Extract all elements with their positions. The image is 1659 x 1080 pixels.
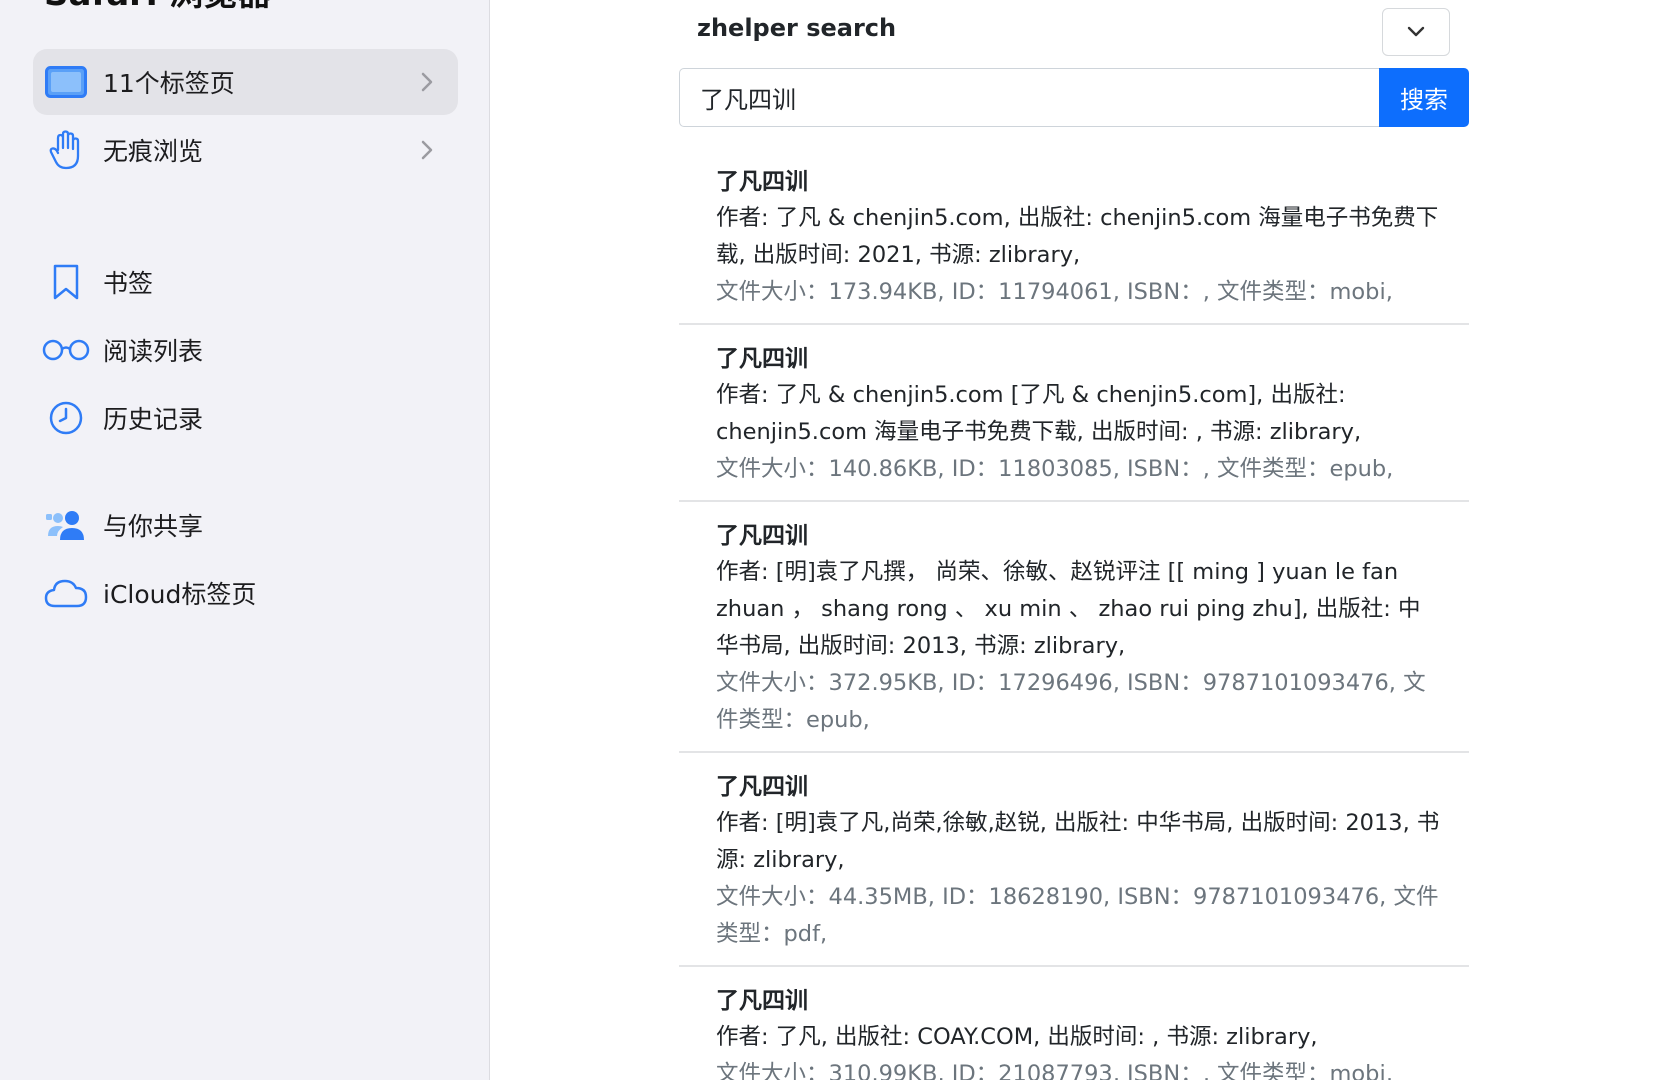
- sidebar-item-reading-list[interactable]: 阅读列表: [33, 317, 458, 383]
- result-file-info: 文件大小：310.99KB, ID：21087793, ISBN：, 文件类型：…: [716, 1061, 1393, 1080]
- sidebar-item-label: 与你共享: [103, 512, 204, 541]
- sidebar-item-icloud-tabs[interactable]: iCloud标签页: [33, 560, 458, 626]
- result-item[interactable]: 了凡四训作者: [明]袁了凡,尚荣,徐敏,赵锐, 出版社: 中华书局, 出版时间…: [679, 753, 1469, 967]
- result-title[interactable]: 了凡四训: [716, 164, 1441, 200]
- result-file-info: 文件大小：372.95KB, ID：17296496, ISBN：9787101…: [716, 670, 1426, 733]
- result-item[interactable]: 了凡四训作者: 了凡, 出版社: COAY.COM, 出版时间: , 书源: z…: [679, 967, 1469, 1080]
- chevron-right-icon: [420, 71, 434, 93]
- sidebar: Safari 浏览器 11个标签页 无痕浏览: [0, 0, 490, 1080]
- result-meta: 作者: [明]袁了凡,尚荣,徐敏,赵锐, 出版社: 中华书局, 出版时间: 20…: [716, 810, 1440, 873]
- main-content: zhelper search 搜索 了凡四训作者: 了凡 & chenjin5.…: [490, 0, 1659, 1080]
- hand-icon: [41, 125, 91, 175]
- result-item[interactable]: 了凡四训作者: 了凡 & chenjin5.com [了凡 & chenjin5…: [679, 325, 1469, 502]
- result-item[interactable]: 了凡四训作者: [明]袁了凡撰， 尚荣、徐敏、赵锐评注 [[ ming ] yu…: [679, 502, 1469, 753]
- result-file-info: 文件大小：173.94KB, ID：11794061, ISBN：, 文件类型：…: [716, 279, 1393, 305]
- sidebar-item-label: 阅读列表: [103, 337, 204, 366]
- sidebar-item-tabs[interactable]: 11个标签页: [33, 49, 458, 115]
- sidebar-item-shared-with-you[interactable]: 与你共享: [33, 492, 458, 558]
- sidebar-title: Safari 浏览器: [44, 0, 271, 15]
- shared-people-icon: [41, 500, 91, 550]
- results-list: 了凡四训作者: 了凡 & chenjin5.com, 出版社: chenjin5…: [679, 148, 1469, 1080]
- sidebar-item-label: iCloud标签页: [103, 580, 257, 609]
- collapse-button[interactable]: [1382, 8, 1450, 56]
- safari-window: Safari 浏览器 11个标签页 无痕浏览: [0, 0, 1659, 1080]
- sidebar-item-label: 书签: [103, 269, 154, 298]
- bookmark-icon: [41, 257, 91, 307]
- extension-title: zhelper search: [697, 14, 897, 42]
- result-title[interactable]: 了凡四训: [716, 518, 1441, 554]
- search-button[interactable]: 搜索: [1379, 68, 1469, 127]
- sidebar-item-label: 无痕浏览: [103, 137, 204, 166]
- sidebar-item-bookmarks[interactable]: 书签: [33, 249, 458, 315]
- result-meta: 作者: [明]袁了凡撰， 尚荣、徐敏、赵锐评注 [[ ming ] yuan l…: [716, 559, 1421, 659]
- result-title[interactable]: 了凡四训: [716, 983, 1441, 1019]
- result-meta: 作者: 了凡 & chenjin5.com [了凡 & chenjin5.com…: [716, 382, 1362, 445]
- search-input[interactable]: [679, 68, 1379, 127]
- result-file-info: 文件大小：140.86KB, ID：11803085, ISBN：, 文件类型：…: [716, 456, 1394, 482]
- glasses-icon: [41, 325, 91, 375]
- result-file-info: 文件大小：44.35MB, ID：18628190, ISBN：97871010…: [716, 884, 1439, 947]
- cloud-icon: [41, 568, 91, 618]
- sidebar-item-label: 历史记录: [103, 405, 204, 434]
- chevron-right-icon: [420, 139, 434, 161]
- chevron-down-icon: [1407, 23, 1425, 42]
- result-title[interactable]: 了凡四训: [716, 769, 1441, 805]
- clock-icon: [41, 393, 91, 443]
- result-item[interactable]: 了凡四训作者: 了凡 & chenjin5.com, 出版社: chenjin5…: [679, 148, 1469, 325]
- result-meta: 作者: 了凡 & chenjin5.com, 出版社: chenjin5.com…: [716, 205, 1439, 268]
- sidebar-item-private[interactable]: 无痕浏览: [33, 117, 458, 183]
- result-title[interactable]: 了凡四训: [716, 341, 1441, 377]
- sidebar-item-history[interactable]: 历史记录: [33, 385, 458, 451]
- tabs-icon: [41, 57, 91, 107]
- search-bar: 搜索: [679, 68, 1469, 127]
- result-meta: 作者: 了凡, 出版社: COAY.COM, 出版时间: , 书源: zlibr…: [716, 1024, 1318, 1050]
- sidebar-item-label: 11个标签页: [103, 69, 235, 98]
